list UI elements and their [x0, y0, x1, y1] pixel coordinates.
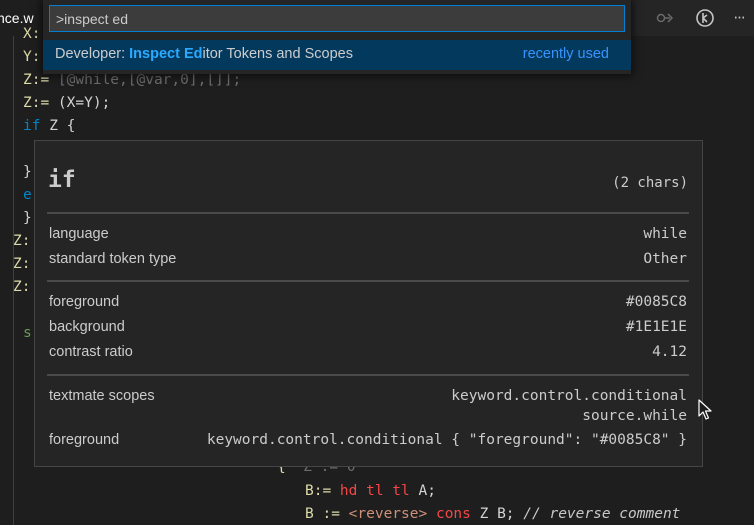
- code-line-15: B := <reverse> cons Z B; // reverse comm…: [305, 506, 681, 522]
- code-line-5: if Z {: [23, 118, 76, 134]
- code-line-11: Z:: [13, 279, 31, 295]
- theme-rule-label: foreground: [49, 432, 120, 448]
- code-line-8: }: [23, 210, 32, 226]
- command-palette: Developer: Inspect Editor Tokens and Sco…: [43, 0, 631, 74]
- code-line-7: e: [23, 187, 32, 203]
- foreground-value: #0085C8: [625, 294, 687, 310]
- mouse-pointer-icon: [698, 399, 712, 426]
- background-label: background: [49, 319, 125, 335]
- source-control-graph-icon[interactable]: [694, 7, 716, 29]
- code-line-10: Z:: [13, 256, 31, 272]
- language-label: language: [49, 226, 109, 242]
- git-compare-icon[interactable]: [655, 7, 677, 29]
- divider: [47, 374, 689, 376]
- background-value: #1E1E1E: [625, 319, 687, 335]
- command-palette-item[interactable]: Developer: Inspect Editor Tokens and Sco…: [43, 40, 631, 70]
- theme-rule-value: keyword.control.conditional { "foregroun…: [206, 432, 687, 448]
- token-length: (2 chars): [612, 175, 688, 191]
- code-line-9: Z:: [13, 233, 31, 249]
- token-type-value: Other: [643, 251, 687, 267]
- inspect-tokens-widget: if (2 chars) language while standard tok…: [34, 140, 703, 467]
- foreground-label: foreground: [49, 294, 120, 310]
- textmate-scope-2: source.while: [582, 408, 687, 424]
- code-line-4: Z:= (X=Y);: [23, 95, 111, 111]
- code-line-14: B:= hd tl tl A;: [305, 483, 436, 499]
- token-title: if: [48, 167, 76, 193]
- language-value: while: [643, 226, 687, 242]
- code-line-6: }: [23, 164, 32, 180]
- command-palette-input[interactable]: [49, 5, 625, 32]
- contrast-ratio-value: 4.12: [652, 344, 687, 360]
- command-label: Developer: Inspect Editor Tokens and Sco…: [55, 46, 353, 62]
- code-line-1: X:: [23, 26, 41, 42]
- contrast-ratio-label: contrast ratio: [49, 344, 133, 360]
- recently-used-badge: recently used: [522, 46, 609, 62]
- divider: [47, 212, 689, 214]
- divider: [47, 280, 689, 282]
- code-line-2: Y:: [23, 49, 41, 65]
- code-line-12: s: [23, 325, 32, 341]
- more-icon[interactable]: ···: [728, 7, 750, 29]
- textmate-scopes-label: textmate scopes: [49, 388, 155, 404]
- textmate-scope-1: keyword.control.conditional: [451, 388, 687, 404]
- token-type-label: standard token type: [49, 251, 177, 267]
